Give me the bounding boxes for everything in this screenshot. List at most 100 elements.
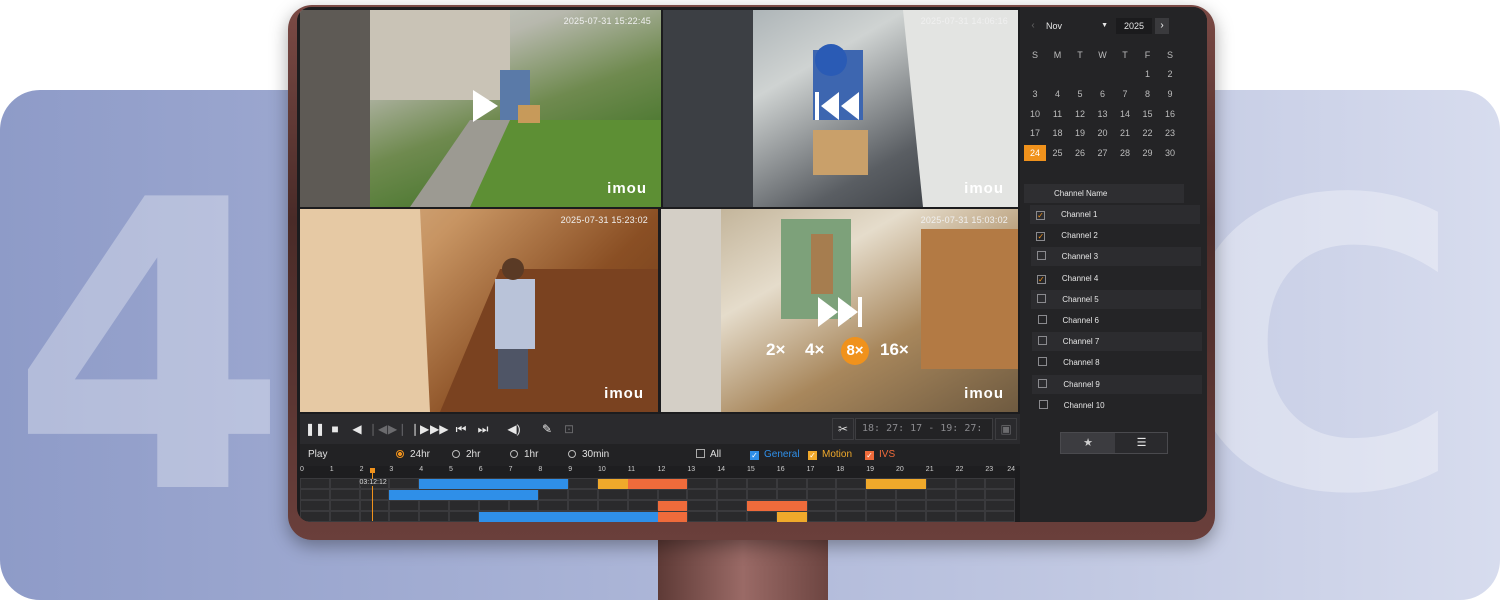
filter-ivs[interactable]: ✓ IVS	[865, 449, 895, 460]
channel-row[interactable]: Channel 7	[1031, 332, 1202, 352]
checkbox-icon[interactable]: ✓	[1036, 274, 1046, 284]
range-24hr[interactable]: 24hr	[396, 449, 430, 460]
checkbox-icon[interactable]	[1037, 336, 1047, 346]
recording-segment[interactable]	[747, 501, 807, 511]
calendar-day[interactable]: 12	[1069, 106, 1091, 122]
recording-segment[interactable]	[657, 512, 688, 522]
recording-segment[interactable]	[866, 479, 926, 489]
calendar-day[interactable]: 28	[1114, 145, 1136, 161]
calendar-day[interactable]: 27	[1092, 145, 1114, 161]
recording-segment[interactable]	[776, 512, 807, 522]
playback-cursor[interactable]	[371, 470, 373, 521]
month-select[interactable]: Nov ▼	[1042, 18, 1112, 34]
recording-segment[interactable]	[478, 512, 658, 522]
list-icon[interactable]: ☰	[1115, 433, 1168, 453]
save-icon[interactable]: ▣	[995, 418, 1017, 440]
recording-segment[interactable]	[419, 479, 569, 489]
recording-segment[interactable]	[389, 490, 539, 500]
checkbox-icon[interactable]: ✓	[1036, 211, 1045, 220]
calendar-day[interactable]: 4	[1047, 86, 1069, 102]
speed-option[interactable]: 4×	[805, 340, 824, 360]
calendar-day[interactable]: 10	[1024, 106, 1046, 122]
next-month-icon[interactable]: ›	[1155, 18, 1169, 34]
calendar-day[interactable]: 20	[1092, 125, 1114, 141]
play-icon[interactable]	[470, 88, 500, 124]
calendar-day[interactable]: 22	[1137, 125, 1159, 141]
frame-back-icon[interactable]: ❘◀	[368, 420, 387, 438]
checkbox-icon[interactable]: ✓	[1036, 232, 1046, 242]
calendar-day[interactable]: 19	[1069, 125, 1091, 141]
filter-general[interactable]: ✓ General	[750, 449, 800, 460]
calendar-day[interactable]: 1	[1137, 66, 1159, 82]
channel-row[interactable]: ✓ Channel 1	[1030, 205, 1200, 224]
checkbox-icon[interactable]	[1038, 378, 1048, 388]
camera-tile-1[interactable]: 2025-07-31 15:22:45 imou	[300, 10, 661, 207]
channel-row[interactable]: Channel 5	[1031, 289, 1202, 309]
prev-month-icon[interactable]: ‹	[1026, 18, 1040, 34]
pin-icon[interactable]: ✎	[538, 420, 556, 438]
calendar-day[interactable]: 26	[1069, 145, 1091, 161]
calendar-day[interactable]: 25	[1047, 145, 1069, 161]
channel-row[interactable]: ✓ Channel 2	[1030, 226, 1201, 246]
checkbox-icon[interactable]	[1037, 293, 1047, 303]
calendar-day-selected[interactable]: 24	[1024, 145, 1046, 162]
calendar-day[interactable]: 17	[1024, 125, 1046, 141]
frame-forward-icon[interactable]: ▶❘	[388, 420, 407, 438]
stop-icon[interactable]: ■	[326, 420, 344, 438]
range-1hr[interactable]: 1hr	[510, 449, 538, 460]
range-30min[interactable]: 30min	[568, 449, 609, 460]
calendar-day[interactable]: 6	[1092, 86, 1114, 102]
speed-option-selected[interactable]: 8×	[841, 337, 869, 365]
skip-back-icon[interactable]: ⏮	[452, 420, 470, 438]
calendar-day[interactable]: 8	[1137, 86, 1159, 102]
checkbox-icon[interactable]	[1037, 315, 1047, 324]
cursor-handle-icon[interactable]	[369, 468, 375, 473]
snapshot-icon[interactable]: ⊡	[560, 420, 578, 438]
year-field[interactable]: 2025	[1116, 18, 1152, 34]
channel-row[interactable]: Channel 6	[1031, 311, 1202, 330]
camera-tile-3[interactable]: 2025-07-31 15:23:02 imou	[300, 209, 658, 412]
recording-segment[interactable]	[657, 501, 688, 511]
camera-tile-4[interactable]: 2025-07-31 15:03:02 2× 4× 8× 16× imou	[661, 209, 1018, 412]
volume-icon[interactable]: ◀)	[505, 420, 523, 438]
calendar-day[interactable]: 13	[1092, 106, 1114, 122]
channel-row[interactable]: Channel 10	[1032, 395, 1203, 415]
channel-row[interactable]: Channel 9	[1032, 374, 1203, 394]
calendar-day[interactable]: 16	[1159, 106, 1181, 122]
speed-option[interactable]: 2×	[766, 340, 785, 360]
speed-option[interactable]: 16×	[880, 340, 909, 360]
camera-tile-2[interactable]: 2025-07-31 14:06:16 imou	[663, 10, 1018, 207]
checkbox-icon[interactable]	[1036, 251, 1046, 261]
channel-row[interactable]: Channel 3	[1030, 247, 1201, 267]
calendar-day[interactable]: 9	[1159, 86, 1181, 102]
calendar-day[interactable]: 21	[1114, 125, 1136, 141]
filter-all[interactable]: All	[696, 449, 721, 460]
recording-timeline[interactable]: 0 1 2 3 4 5 6 7 8 9 10 11 12 13 14 15 16 17 18 19 20 21 22 23 24…	[300, 466, 1016, 522]
filter-motion[interactable]: ✓ Motion	[808, 449, 852, 460]
calendar-day[interactable]: 11	[1047, 106, 1069, 122]
calendar-day[interactable]: 2	[1159, 66, 1181, 82]
fast-forward-button-icon[interactable]: ▶▶	[430, 420, 448, 438]
calendar-day[interactable]: 23	[1159, 125, 1181, 141]
calendar-day[interactable]: 3	[1024, 86, 1046, 102]
pause-icon[interactable]: ❚❚	[305, 420, 325, 438]
calendar-day[interactable]: 29	[1137, 145, 1159, 161]
checkbox-icon[interactable]	[1038, 399, 1048, 409]
checkbox-icon[interactable]	[1038, 357, 1048, 367]
channel-row[interactable]: ✓ Channel 4	[1030, 268, 1201, 288]
step-back-icon[interactable]: ◀	[348, 420, 366, 438]
channel-row[interactable]: Channel 8	[1032, 353, 1203, 373]
calendar-day[interactable]: 14	[1114, 106, 1136, 122]
rewind-icon[interactable]	[813, 90, 861, 122]
calendar-day[interactable]: 7	[1114, 86, 1136, 102]
clip-icon[interactable]: ✂	[832, 418, 854, 440]
clip-time-range[interactable]: 18: 27: 17 - 19: 27: 17	[855, 418, 993, 454]
calendar-day[interactable]: 30	[1159, 145, 1181, 161]
recording-segment[interactable]	[598, 479, 628, 489]
calendar-day[interactable]: 15	[1137, 106, 1159, 122]
calendar-day[interactable]: 5	[1069, 86, 1091, 102]
calendar-day[interactable]: 18	[1047, 125, 1069, 141]
favorites-icon[interactable]: ★	[1061, 433, 1115, 453]
recording-segment[interactable]	[627, 479, 688, 489]
skip-forward-icon[interactable]: ⏭	[474, 420, 492, 438]
